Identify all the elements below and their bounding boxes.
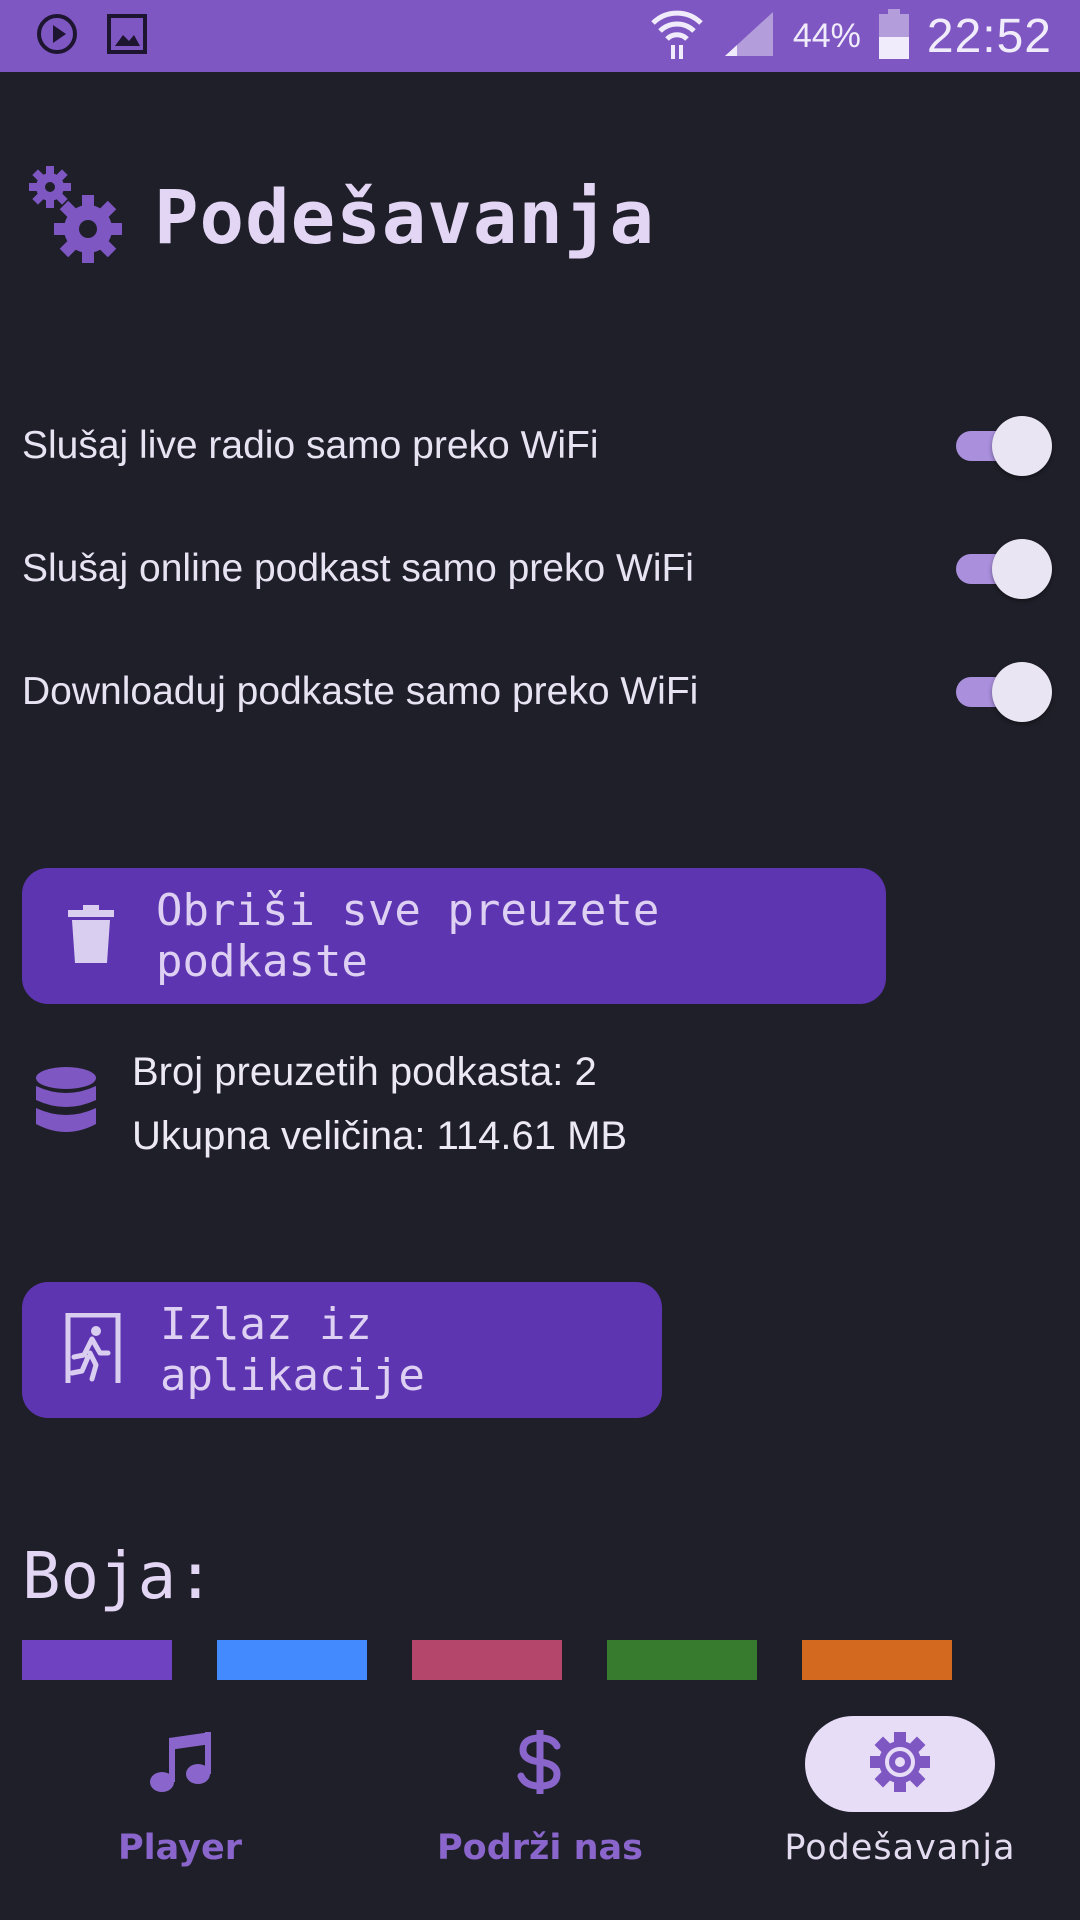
nav-item-settings[interactable]: Podešavanja bbox=[720, 1700, 1080, 1920]
switch-thumb[interactable] bbox=[992, 416, 1052, 476]
delete-podcasts-button[interactable]: Obriši sve preuzete podkaste bbox=[22, 868, 886, 1004]
nav-label-support: Podrži nas bbox=[437, 1828, 643, 1868]
play-circle-icon bbox=[36, 13, 78, 60]
status-time: 22:52 bbox=[926, 9, 1052, 63]
status-bar: 44% 22:52 bbox=[0, 0, 1080, 72]
switch-thumb[interactable] bbox=[992, 662, 1052, 722]
toggle-row-live-radio-wifi[interactable]: Slušaj live radio samo preko WiFi bbox=[22, 396, 1052, 496]
color-swatch-green[interactable] bbox=[607, 1640, 757, 1680]
image-icon bbox=[106, 13, 148, 60]
toggle-label: Slušaj live radio samo preko WiFi bbox=[22, 424, 599, 467]
nav-item-support[interactable]: Podrži nas bbox=[360, 1700, 720, 1920]
gears-icon bbox=[28, 165, 124, 270]
toggle-label: Downloaduj podkaste samo preko WiFi bbox=[22, 670, 699, 713]
nav-icon-container bbox=[445, 1716, 635, 1812]
nav-label-player: Player bbox=[117, 1828, 242, 1868]
nav-label-settings: Podešavanja bbox=[784, 1828, 1016, 1868]
bottom-navigation: Player Podrži nas Podešavanja bbox=[0, 1700, 1080, 1920]
exit-door-icon bbox=[64, 1312, 122, 1388]
battery-percent: 44% bbox=[792, 16, 861, 55]
page-header: Podešavanja bbox=[28, 165, 655, 270]
online-podcast-wifi-switch[interactable] bbox=[956, 539, 1052, 599]
exit-app-button[interactable]: Izlaz iz aplikacije bbox=[22, 1282, 662, 1418]
download-wifi-switch[interactable] bbox=[956, 662, 1052, 722]
storage-info: Broj preuzetih podkasta: 2 Ukupna veliči… bbox=[34, 1040, 627, 1168]
delete-podcasts-label: Obriši sve preuzete podkaste bbox=[156, 885, 660, 987]
total-size: Ukupna veličina: 114.61 MB bbox=[132, 1114, 628, 1158]
nav-icon-container bbox=[805, 1716, 995, 1812]
gear-icon bbox=[868, 1730, 932, 1799]
color-swatch-blue[interactable] bbox=[217, 1640, 367, 1680]
signal-icon bbox=[723, 10, 775, 63]
downloaded-count: Broj preuzetih podkasta: 2 bbox=[132, 1050, 597, 1094]
dollar-icon bbox=[515, 1729, 565, 1799]
color-section-title: Boja: bbox=[22, 1540, 215, 1614]
color-swatch-pink[interactable] bbox=[412, 1640, 562, 1680]
page-title: Podešavanja bbox=[154, 174, 656, 261]
color-swatch-orange[interactable] bbox=[802, 1640, 952, 1680]
toggle-row-online-podcast-wifi[interactable]: Slušaj online podkast samo preko WiFi bbox=[22, 519, 1052, 619]
trash-icon bbox=[68, 904, 114, 968]
color-swatch-purple[interactable] bbox=[22, 1640, 172, 1680]
nav-icon-container bbox=[85, 1716, 275, 1812]
toggle-label: Slušaj online podkast samo preko WiFi bbox=[22, 547, 694, 590]
battery-icon bbox=[878, 8, 909, 64]
switch-thumb[interactable] bbox=[992, 539, 1052, 599]
database-icon bbox=[34, 1066, 98, 1143]
nav-item-player[interactable]: Player bbox=[0, 1700, 360, 1920]
wifi-icon bbox=[649, 7, 705, 66]
live-radio-wifi-switch[interactable] bbox=[956, 416, 1052, 476]
toggle-row-download-wifi[interactable]: Downloaduj podkaste samo preko WiFi bbox=[22, 642, 1052, 742]
exit-app-label: Izlaz iz aplikacije bbox=[160, 1299, 425, 1401]
music-note-icon bbox=[148, 1730, 212, 1799]
